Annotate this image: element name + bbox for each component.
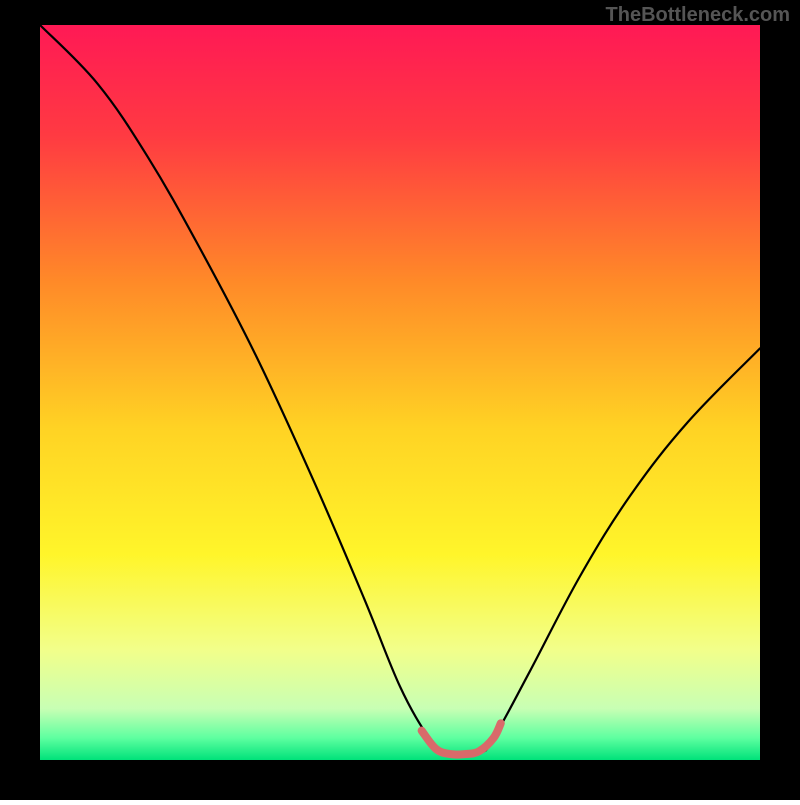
gradient-background bbox=[40, 25, 760, 760]
bottleneck-chart bbox=[0, 0, 800, 800]
chart-canvas: TheBottleneck.com bbox=[0, 0, 800, 800]
attribution-text: TheBottleneck.com bbox=[606, 4, 790, 27]
